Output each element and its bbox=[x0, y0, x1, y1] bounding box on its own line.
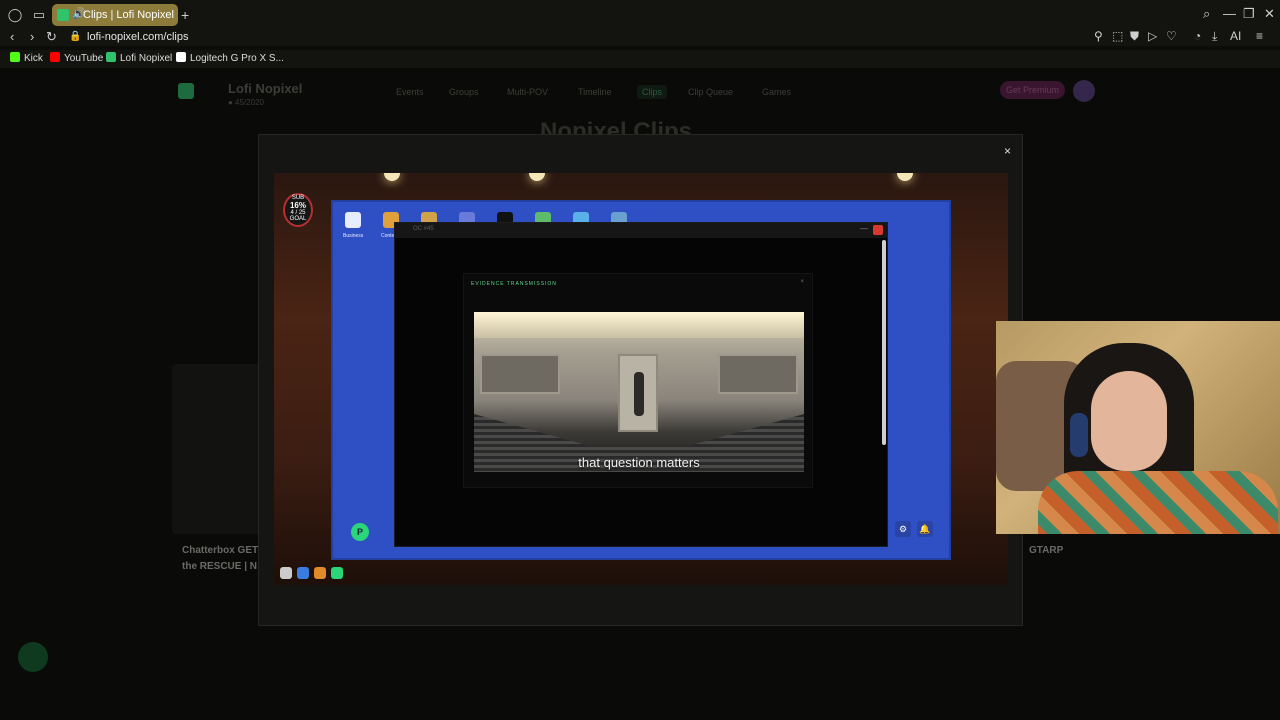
modal-close-button[interactable]: × bbox=[1004, 144, 1011, 158]
bookmark-logitech[interactable]: Logitech G Pro X S... bbox=[176, 52, 284, 64]
bookmarks-bar: Kick YouTube Lofi Nopixel Logitech G Pro… bbox=[0, 50, 1280, 68]
menu-events[interactable]: Events bbox=[396, 87, 424, 97]
site-brand[interactable]: Lofi Nopixel bbox=[228, 81, 302, 96]
site-logo-icon[interactable] bbox=[178, 83, 194, 99]
streamer-sweater bbox=[1038, 471, 1278, 534]
armor-icon bbox=[297, 567, 309, 579]
logitech-icon bbox=[176, 52, 186, 62]
address-bar-row: ‹ › ↻ 🔒 lofi-nopixel.com/clips ⚲ ⬚ ⛊ ▷ ♡… bbox=[0, 29, 1280, 46]
hud-status-icons bbox=[280, 566, 348, 584]
contacts-app-label: Conte bbox=[381, 233, 395, 239]
app-window: OC #45 — EVIDENCE TRANSMISSION × that qu… bbox=[394, 222, 888, 547]
menu-groups[interactable]: Groups bbox=[449, 87, 479, 97]
business-app-label: Business bbox=[343, 233, 364, 239]
opera-logo-icon[interactable]: ◯ bbox=[7, 7, 23, 23]
in-game-tablet: Business Conte OC #45 — EVIDENCE TRANSMI… bbox=[331, 200, 951, 560]
new-tab-button[interactable]: + bbox=[181, 7, 189, 23]
account-icon[interactable]: ◔ bbox=[1194, 29, 1201, 43]
lock-icon: 🔒 bbox=[69, 31, 82, 42]
bookmark-youtube[interactable]: YouTube bbox=[50, 52, 103, 64]
clip-card-title-2[interactable]: the RESCUE | N bbox=[182, 561, 257, 572]
window-minimize-button[interactable]: — bbox=[860, 224, 868, 233]
streamer-webcam bbox=[996, 321, 1280, 534]
heart-icon[interactable]: ♡ bbox=[1166, 29, 1177, 43]
streamer-face bbox=[1091, 371, 1167, 471]
lofi-favicon-icon bbox=[57, 9, 69, 21]
download-icon[interactable]: ⤓ bbox=[1212, 29, 1217, 44]
evidence-video-frame[interactable]: that question matters bbox=[474, 312, 804, 472]
lady-justice-statue bbox=[618, 354, 658, 432]
menu-games[interactable]: Games bbox=[762, 87, 791, 97]
forward-icon[interactable]: › bbox=[30, 29, 34, 44]
bookmark-lofi-nopixel[interactable]: Lofi Nopixel bbox=[106, 52, 172, 64]
bell-icon[interactable]: 🔔 bbox=[917, 521, 933, 537]
restore-icon[interactable]: ❐ bbox=[1243, 6, 1255, 22]
window-close-button[interactable] bbox=[873, 225, 883, 235]
video-player[interactable]: SUB 16% 4 / 25 GOAL Business Conte OC #4… bbox=[274, 173, 1008, 585]
ceiling-lamp bbox=[529, 173, 545, 181]
back-icon[interactable]: ‹ bbox=[10, 29, 14, 44]
close-window-icon[interactable]: ✕ bbox=[1264, 6, 1275, 22]
thirst-icon bbox=[331, 567, 343, 579]
menu-multi-pov[interactable]: Multi-POV bbox=[507, 87, 548, 97]
clip-card-title[interactable]: Chatterbox GET bbox=[182, 545, 258, 556]
video-subtitle: that question matters bbox=[578, 455, 700, 470]
ceiling-lamp bbox=[897, 173, 913, 181]
workspaces-icon[interactable]: ▭ bbox=[31, 7, 47, 23]
health-icon bbox=[280, 567, 292, 579]
ai-button[interactable]: AI bbox=[1230, 29, 1241, 43]
evidence-title: EVIDENCE TRANSMISSION bbox=[471, 281, 557, 287]
get-premium-button[interactable]: Get Premium bbox=[1000, 81, 1066, 99]
headphones-icon bbox=[1070, 413, 1088, 457]
menu-timeline[interactable]: Timeline bbox=[578, 87, 612, 97]
clip-card-title-right[interactable]: GTARP bbox=[1029, 545, 1063, 556]
window-scrollbar[interactable] bbox=[882, 240, 886, 445]
page-footer-area bbox=[0, 686, 1280, 720]
site-subline: ● 45/2020 bbox=[228, 98, 264, 107]
youtube-icon bbox=[50, 52, 60, 62]
play-icon[interactable]: ▷ bbox=[1148, 29, 1157, 43]
settings-icon[interactable]: ⚙ bbox=[895, 521, 911, 537]
twitch-icon[interactable] bbox=[1073, 80, 1095, 102]
search-icon[interactable]: ⌕ bbox=[1203, 6, 1210, 22]
courthouse-ceiling bbox=[474, 312, 804, 338]
business-app-icon[interactable] bbox=[345, 212, 361, 228]
evidence-panel: EVIDENCE TRANSMISSION × that question ma… bbox=[463, 273, 813, 488]
chat-bubble-button[interactable] bbox=[18, 642, 48, 672]
hunger-icon bbox=[314, 567, 326, 579]
menu-clips[interactable]: Clips bbox=[637, 85, 668, 99]
browser-tabbar: ◯ ▭ 🔊 Clips | Lofi Nopixel + ⌕ — ❐ ✕ bbox=[0, 0, 1280, 29]
reload-icon[interactable]: ↻ bbox=[46, 29, 57, 45]
menu-clip-queue[interactable]: Clip Queue bbox=[688, 87, 733, 97]
shield-icon[interactable]: ⛊ bbox=[1130, 29, 1139, 44]
lofi-icon bbox=[106, 52, 116, 62]
evidence-close-button[interactable]: × bbox=[800, 279, 804, 285]
wall-panel bbox=[480, 354, 560, 394]
menu-icon[interactable]: ≡ bbox=[1256, 29, 1263, 43]
kick-icon bbox=[10, 52, 20, 62]
bookmark-kick[interactable]: Kick bbox=[10, 52, 43, 64]
wall-panel bbox=[718, 354, 798, 394]
tab-clips[interactable]: 🔊 Clips | Lofi Nopixel bbox=[52, 4, 178, 26]
window-titlebar: OC #45 — bbox=[395, 223, 887, 238]
clip-modal: × SUB 16% 4 / 25 GOAL Business Conte OC … bbox=[258, 134, 1023, 626]
window-title: OC #45 bbox=[413, 226, 434, 232]
tab-title: Clips | Lofi Nopixel bbox=[83, 9, 174, 21]
ceiling-lamp bbox=[384, 173, 400, 181]
minimize-icon[interactable]: — bbox=[1223, 6, 1236, 21]
sub-goal-badge: SUB 16% 4 / 25 GOAL bbox=[283, 193, 313, 227]
snapshot-icon[interactable]: ⬚ bbox=[1112, 29, 1123, 43]
pin-icon[interactable]: ⚲ bbox=[1094, 29, 1103, 43]
tablet-home-button[interactable]: P bbox=[351, 523, 369, 541]
url-field[interactable]: lofi-nopixel.com/clips bbox=[87, 31, 188, 43]
